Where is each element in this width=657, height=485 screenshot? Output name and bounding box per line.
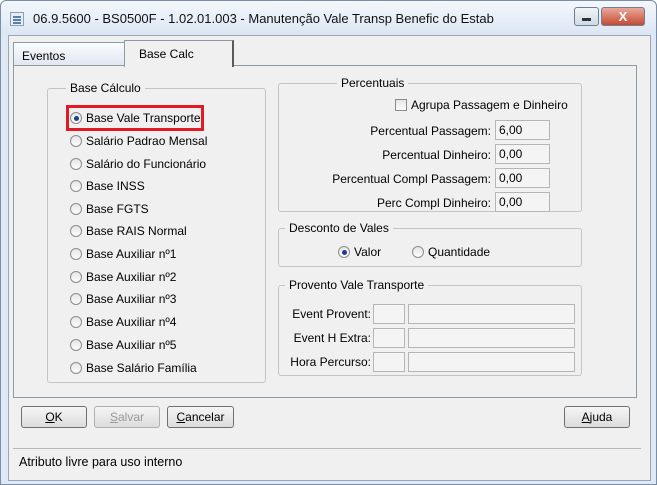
base-calculo-group: Base Cálculo Base Vale Transporte Salári… [47,81,266,383]
percentual-compl-passagem-label: Percentual Compl Passagem: [332,172,491,186]
radio-base-inss[interactable]: Base INSS [70,177,145,195]
radio-base-auxiliar-3[interactable]: Base Auxiliar nº3 [70,290,176,308]
radio-icon [70,203,82,215]
event-provent-code-field[interactable] [373,304,405,324]
radio-quantidade[interactable]: Quantidade [412,243,490,261]
perc-compl-dinheiro-field[interactable]: 0,00 [495,192,550,212]
radio-icon [70,362,82,374]
title-bar: 06.9.5600 - BS0500F - 1.02.01.003 - Manu… [1,1,656,35]
tab-eventos-label: Eventos [22,49,66,63]
radio-icon [70,225,82,237]
radio-selected-icon [338,246,350,258]
percentual-dinheiro-label: Percentual Dinheiro: [382,148,491,162]
desconto-vales-legend: Desconto de Vales [285,221,393,235]
perc-compl-dinheiro-label: Perc Compl Dinheiro: [376,196,491,210]
event-h-extra-desc-field [408,328,575,348]
percentuais-group: Percentuais Agrupa Passagem e Dinheiro P… [278,76,582,212]
radio-icon [70,339,82,351]
cancelar-button[interactable]: Cancelar [167,406,234,428]
close-icon: X [618,9,628,24]
tab-eventos[interactable]: Eventos [13,42,125,66]
tab-panel-base-calc: Base Cálculo Base Vale Transporte Salári… [13,65,637,398]
radio-icon [70,180,82,192]
radio-base-fgts[interactable]: Base FGTS [70,200,149,218]
hora-percurso-code-field[interactable] [373,352,405,372]
close-button[interactable]: X [601,7,645,26]
status-text: Atributo livre para uso interno [19,455,183,469]
ok-mnemonic: O [45,410,55,424]
event-h-extra-label: Event H Extra: [293,331,371,345]
event-h-extra-code-field[interactable] [373,328,405,348]
radio-base-rais-normal[interactable]: Base RAIS Normal [70,222,187,240]
option-label: Base FGTS [86,202,149,216]
tab-base-calc-label: Base Calc [139,47,194,61]
agrupa-label: Agrupa Passagem e Dinheiro [411,98,568,112]
option-label: Base INSS [86,179,145,193]
button-bar: OK Salvar Cancelar Ajuda [13,402,637,432]
provento-group: Provento Vale Transporte Event Provent: … [278,278,582,376]
radio-base-auxiliar-4[interactable]: Base Auxiliar nº4 [70,313,176,331]
option-label: Salário Padrao Mensal [86,134,208,148]
main-window: 06.9.5600 - BS0500F - 1.02.01.003 - Manu… [0,0,657,485]
status-bar: Atributo livre para uso interno [13,448,641,475]
option-label: Base Auxiliar nº5 [86,338,177,352]
provento-legend: Provento Vale Transporte [285,278,429,292]
desconto-vales-group: Desconto de Vales Valor Quantidade [278,221,582,267]
radio-icon [70,158,82,170]
window-title: 06.9.5600 - BS0500F - 1.02.01.003 - Manu… [33,11,494,26]
cancelar-label: ancelar [185,410,225,424]
radio-icon [70,271,82,283]
event-provent-desc-field [408,304,575,324]
option-label: Base Auxiliar nº1 [86,247,177,261]
radio-salario-funcionario[interactable]: Salário do Funcionário [70,155,206,173]
tab-base-calc[interactable]: Base Calc [124,40,234,67]
salvar-button[interactable]: Salvar [94,406,160,428]
hora-percurso-label: Hora Percurso: [290,355,371,369]
ok-button[interactable]: OK [21,406,87,428]
client-area: Eventos Base Calc Base Cálculo Base Vale… [8,35,651,481]
percentual-dinheiro-field[interactable]: 0,00 [495,144,550,164]
radio-valor[interactable]: Valor [338,243,381,261]
ajuda-button[interactable]: Ajuda [564,406,630,428]
percentual-passagem-label: Percentual Passagem: [370,124,491,138]
app-icon [10,12,24,26]
radio-icon [70,248,82,260]
minimize-button[interactable] [574,7,599,26]
radio-base-auxiliar-1[interactable]: Base Auxiliar nº1 [70,245,176,263]
salvar-mnemonic: S [109,410,118,424]
option-label: Valor [354,245,382,259]
radio-base-auxiliar-5[interactable]: Base Auxiliar nº5 [70,336,176,354]
option-label: Base RAIS Normal [86,224,187,238]
option-label: Salário do Funcionário [86,157,207,171]
percentual-compl-passagem-field[interactable]: 0,00 [495,168,550,188]
option-label: Base Salário Família [86,361,197,375]
radio-base-auxiliar-2[interactable]: Base Auxiliar nº2 [70,268,176,286]
option-label: Base Auxiliar nº4 [86,315,177,329]
base-calculo-legend: Base Cálculo [66,81,145,95]
radio-base-vale-transporte[interactable]: Base Vale Transporte [70,109,201,127]
radio-base-salario-familia[interactable]: Base Salário Família [70,359,197,377]
option-label: Base Vale Transporte [86,111,201,125]
radio-icon [412,246,424,258]
cancelar-mnemonic: C [176,410,186,424]
percentuais-legend: Percentuais [337,76,409,90]
agrupa-checkbox[interactable] [395,99,407,111]
option-label: Base Auxiliar nº2 [86,270,177,284]
salvar-label: alvar [118,410,145,424]
hora-percurso-desc-field [408,352,575,372]
radio-icon [70,316,82,328]
option-label: Quantidade [428,245,491,259]
radio-selected-icon [70,112,82,124]
ajuda-label: juda [589,410,613,424]
radio-icon [70,293,82,305]
percentual-passagem-field[interactable]: 6,00 [495,120,550,140]
event-provent-label: Event Provent: [292,307,371,321]
ajuda-mnemonic: A [581,410,590,424]
radio-salario-padrao-mensal[interactable]: Salário Padrao Mensal [70,132,207,150]
agrupa-checkbox-row[interactable]: Agrupa Passagem e Dinheiro [395,97,568,113]
minimize-icon [582,18,591,21]
ok-label: K [54,410,63,424]
radio-icon [70,135,82,147]
option-label: Base Auxiliar nº3 [86,292,177,306]
